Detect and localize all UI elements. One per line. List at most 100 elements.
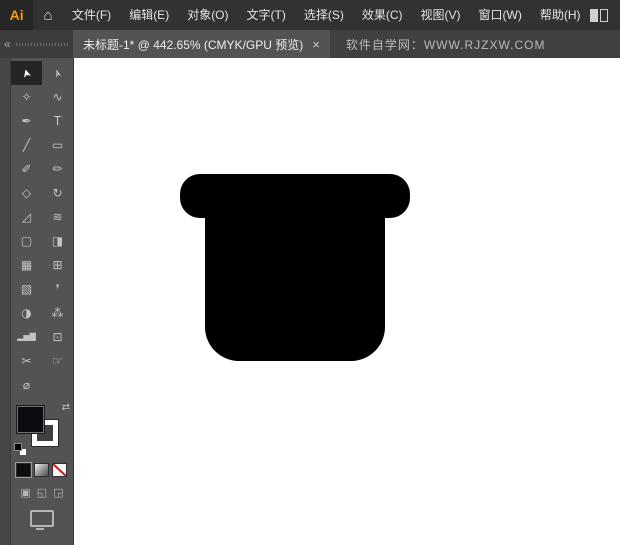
type-tool[interactable]: T <box>42 109 73 133</box>
mesh-tool[interactable]: ⊞ <box>42 253 73 277</box>
hand-icon: ☞ <box>52 355 63 367</box>
shape-builder-icon: ◨ <box>52 235 63 247</box>
menu-item-0[interactable]: 文件(F) <box>63 0 120 30</box>
magic-wand-tool[interactable]: ✧ <box>11 85 42 109</box>
direct-selection-icon: ➢ <box>51 67 64 79</box>
selection-icon: ➤ <box>20 67 33 79</box>
gradient-button[interactable] <box>34 463 49 477</box>
paintbrush-tool[interactable]: ✐ <box>11 157 42 181</box>
document-tab-title: 未标题-1* @ 442.65% (CMYK/GPU 预览) <box>83 36 303 53</box>
eyedropper-tool[interactable]: ❜ <box>42 277 73 301</box>
rectangle-icon: ▭ <box>52 139 63 151</box>
type-icon: T <box>54 115 61 127</box>
draw-normal-mode-icon[interactable]: ▣ <box>20 487 30 498</box>
direct-selection-tool[interactable]: ➢ <box>42 61 73 85</box>
canvas[interactable] <box>74 58 620 545</box>
layout-bar-outline-icon <box>600 9 608 22</box>
menu-item-2[interactable]: 对象(O) <box>178 0 237 30</box>
shape-body <box>205 174 385 361</box>
color-button[interactable] <box>16 463 31 477</box>
home-icon[interactable]: ⌂ <box>33 7 63 24</box>
artwork-layer <box>74 58 620 545</box>
blend-icon: ◑ <box>21 307 31 319</box>
free-transform-tool[interactable]: ▢ <box>11 229 42 253</box>
column-graph-icon: ▂▅▇ <box>17 333 35 341</box>
paintbrush-icon: ✐ <box>21 163 31 175</box>
workspace-layout-icon[interactable] <box>590 9 608 22</box>
tool-grid: ➤ ➢ ✧ ∿ ✒ T ╱ ▭ ✐ ✏ ◇ ↻ ◿ ≋ ▢ ◨ ▦ ⊞ ▧ ❜ ◑ ⁂ ▂▅▇ ⊡ ✂ ☞ ⌀ <box>11 58 73 397</box>
menu-item-3[interactable]: 文字(T) <box>238 0 295 30</box>
pencil-tool[interactable]: ✏ <box>42 157 73 181</box>
swap-fill-stroke-icon[interactable]: ⇄ <box>62 403 70 413</box>
perspective-grid-tool[interactable]: ▦ <box>11 253 42 277</box>
blend-tool[interactable]: ◑ <box>11 301 42 325</box>
dock-strip[interactable] <box>0 58 11 545</box>
lasso-tool[interactable]: ∿ <box>42 85 73 109</box>
tabbar-right-text: 软件自学网：WWW.RJZXW.COM <box>330 30 620 58</box>
slice-icon: ✂ <box>21 355 31 367</box>
main-area: ➤ ➢ ✧ ∿ ✒ T ╱ ▭ ✐ ✏ ◇ ↻ ◿ ≋ ▢ ◨ ▦ ⊞ ▧ ❜ ◑ ⁂ ▂▅▇ ⊡ ✂ ☞ ⌀ ⇄ ▣ ◱ ◲ <box>0 58 620 545</box>
symbol-sprayer-icon: ⁂ <box>52 307 64 319</box>
none-button[interactable] <box>52 463 67 477</box>
shape-builder-tool[interactable]: ◨ <box>42 229 73 253</box>
scale-tool[interactable]: ◿ <box>11 205 42 229</box>
scale-icon: ◿ <box>22 211 31 223</box>
zoom-icon: ⌀ <box>23 379 30 391</box>
eraser-tool[interactable]: ◇ <box>11 181 42 205</box>
menu-item-8[interactable]: 帮助(H) <box>531 0 590 30</box>
hand-tool[interactable]: ☞ <box>42 349 73 373</box>
selection-tool[interactable]: ➤ <box>11 61 42 85</box>
zoom-tool[interactable]: ⌀ <box>11 373 42 397</box>
menu-list: 文件(F)编辑(E)对象(O)文字(T)选择(S)效果(C)视图(V)窗口(W)… <box>63 0 590 30</box>
app-logo-text: Ai <box>10 7 24 23</box>
gradient-tool[interactable]: ▧ <box>11 277 42 301</box>
fill-stroke-swatches: ⇄ <box>11 403 73 459</box>
menubar: Ai ⌂ 文件(F)编辑(E)对象(O)文字(T)选择(S)效果(C)视图(V)… <box>0 0 620 30</box>
collapse-panel-icon[interactable]: « <box>4 38 11 50</box>
drawing-modes: ▣ ◱ ◲ <box>11 477 73 498</box>
rotate-icon: ↻ <box>52 187 62 199</box>
pencil-icon: ✏ <box>52 163 62 175</box>
menu-item-6[interactable]: 视图(V) <box>412 0 470 30</box>
illustrator-window: Ai ⌂ 文件(F)编辑(E)对象(O)文字(T)选择(S)效果(C)视图(V)… <box>0 0 620 545</box>
magic-wand-icon: ✧ <box>21 91 31 103</box>
screen-mode-icon[interactable] <box>30 510 54 527</box>
fill-swatch[interactable] <box>16 405 45 434</box>
toolbar-dock-header: « <box>0 30 73 58</box>
rounded-shape[interactable] <box>180 174 410 361</box>
lasso-icon: ∿ <box>52 91 62 103</box>
tab-close-icon[interactable]: × <box>312 38 320 51</box>
mesh-icon: ⊞ <box>52 259 62 271</box>
free-transform-icon: ▢ <box>21 235 32 247</box>
menu-item-1[interactable]: 编辑(E) <box>120 0 178 30</box>
slice-tool[interactable]: ✂ <box>11 349 42 373</box>
column-graph-tool[interactable]: ▂▅▇ <box>11 325 42 349</box>
line-segment-icon: ╱ <box>23 139 30 151</box>
default-fill-stroke-icon[interactable] <box>14 443 27 456</box>
perspective-grid-icon: ▦ <box>21 259 32 271</box>
default-fill-mini-icon <box>14 443 22 451</box>
document-tab[interactable]: 未标题-1* @ 442.65% (CMYK/GPU 预览) × <box>73 30 330 58</box>
tab-bar: « 未标题-1* @ 442.65% (CMYK/GPU 预览) × 软件自学网… <box>0 30 620 58</box>
line-segment-tool[interactable]: ╱ <box>11 133 42 157</box>
artboard-tool[interactable]: ⊡ <box>42 325 73 349</box>
width-icon: ≋ <box>52 211 62 223</box>
tools-panel: ➤ ➢ ✧ ∿ ✒ T ╱ ▭ ✐ ✏ ◇ ↻ ◿ ≋ ▢ ◨ ▦ ⊞ ▧ ❜ ◑ ⁂ ▂▅▇ ⊡ ✂ ☞ ⌀ ⇄ ▣ ◱ ◲ <box>11 58 74 545</box>
toolbar-drag-grip[interactable] <box>16 43 69 46</box>
menu-item-7[interactable]: 窗口(W) <box>470 0 531 30</box>
eraser-icon: ◇ <box>22 187 31 199</box>
draw-inside-mode-icon[interactable]: ◲ <box>53 487 63 498</box>
paint-style-buttons <box>11 459 73 477</box>
pen-tool[interactable]: ✒ <box>11 109 42 133</box>
pen-icon: ✒ <box>21 115 31 127</box>
rotate-tool[interactable]: ↻ <box>42 181 73 205</box>
eyedropper-icon: ❜ <box>56 283 60 295</box>
artboard-icon: ⊡ <box>52 331 62 343</box>
menu-item-4[interactable]: 选择(S) <box>295 0 353 30</box>
width-tool[interactable]: ≋ <box>42 205 73 229</box>
layout-bar-icon <box>590 9 598 22</box>
symbol-sprayer-tool[interactable]: ⁂ <box>42 301 73 325</box>
menu-item-5[interactable]: 效果(C) <box>353 0 412 30</box>
rectangle-tool[interactable]: ▭ <box>42 133 73 157</box>
draw-behind-mode-icon[interactable]: ◱ <box>37 487 47 498</box>
